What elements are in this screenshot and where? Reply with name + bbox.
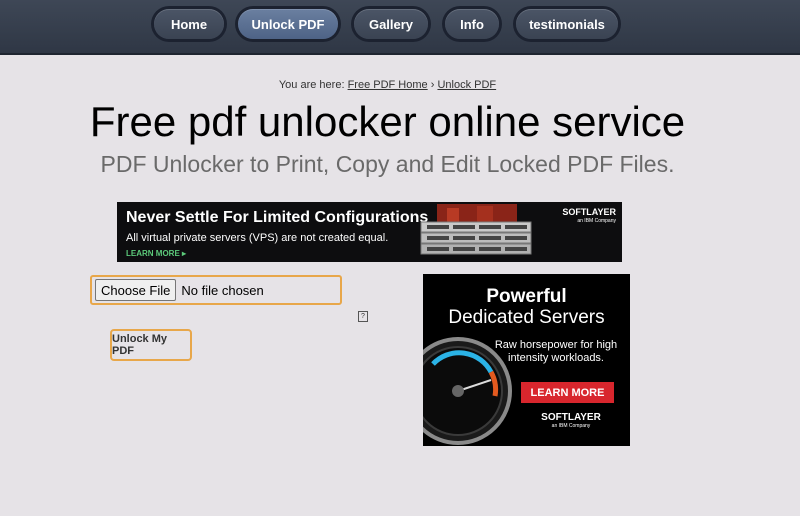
- banner-ad-brand-sub: an IBM Company: [577, 218, 616, 224]
- banner-ad[interactable]: Never Settle For Limited Configurations …: [117, 202, 622, 262]
- file-status-text: No file chosen: [181, 282, 264, 298]
- side-ad-brand: SOFTLAYER an IBM Company: [526, 413, 616, 431]
- side-ad-line1: Powerful: [486, 286, 567, 307]
- server-rack-image: [420, 204, 532, 255]
- breadcrumb-separator: ›: [430, 79, 435, 91]
- side-ad-learn-more-button[interactable]: LEARN MORE: [521, 382, 614, 403]
- breadcrumb-current-link[interactable]: Unlock PDF: [437, 79, 496, 91]
- side-ad-brand-sub: an IBM Company: [551, 423, 591, 429]
- breadcrumb-home-link[interactable]: Free PDF Home: [348, 79, 428, 91]
- nav-info[interactable]: Info: [445, 9, 499, 39]
- nav-home[interactable]: Home: [154, 9, 224, 39]
- unlock-pdf-button[interactable]: Unlock My PDF: [110, 329, 192, 361]
- banner-ad-brand: SOFTLAYER an IBM Company: [562, 208, 616, 226]
- banner-ad-learn-more[interactable]: LEARN MORE ▸: [126, 249, 186, 258]
- banner-ad-headline: Never Settle For Limited Configurations: [126, 209, 429, 226]
- page-subtitle: PDF Unlocker to Print, Copy and Edit Loc…: [100, 151, 675, 177]
- nav-gallery[interactable]: Gallery: [354, 9, 428, 39]
- side-ad[interactable]: Powerful Dedicated Servers Raw horsepowe…: [423, 274, 630, 446]
- side-ad-line2: Dedicated Servers: [448, 307, 605, 328]
- breadcrumb: You are here: Free PDF Home › Unlock PDF: [0, 79, 775, 91]
- breadcrumb-prefix: You are here:: [278, 79, 345, 91]
- file-upload-field[interactable]: Choose File No file chosen: [90, 275, 342, 305]
- nav-unlock-pdf[interactable]: Unlock PDF: [238, 9, 338, 39]
- banner-ad-brand-name: SOFTLAYER: [562, 207, 616, 217]
- choose-file-button[interactable]: Choose File: [95, 279, 177, 301]
- banner-ad-subline: All virtual private servers (VPS) are no…: [126, 232, 389, 244]
- nav-testimonials[interactable]: testimonials: [516, 9, 618, 39]
- broken-image-icon: ?: [358, 311, 368, 322]
- page-title: Free pdf unlocker online service: [89, 98, 686, 145]
- speedometer-gauge-icon: [423, 337, 512, 445]
- top-navigation-bar: Home Unlock PDF Gallery Info testimonial…: [0, 0, 800, 55]
